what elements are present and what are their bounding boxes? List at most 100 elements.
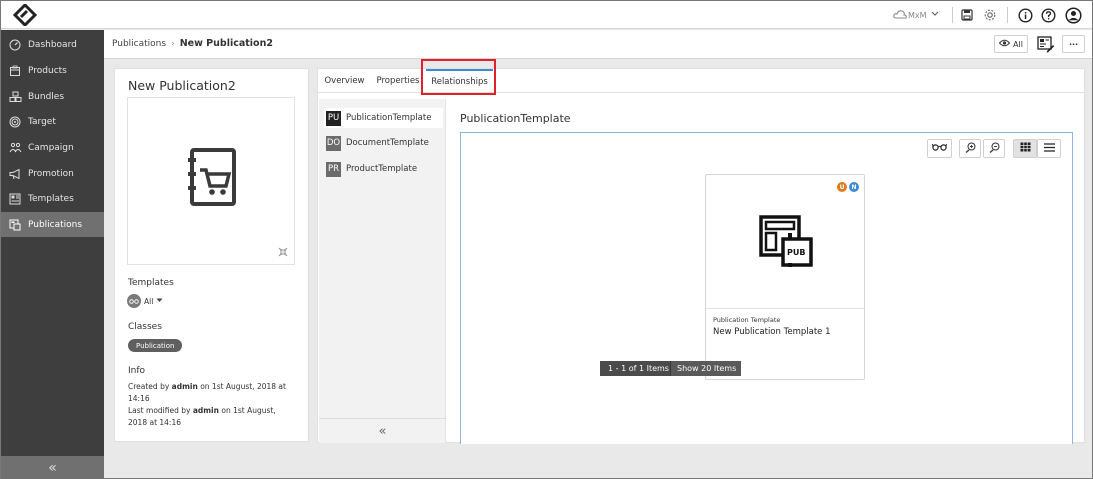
sidebar-item-campaign[interactable]: Campaign [1, 135, 104, 160]
promotion-icon [8, 167, 22, 181]
products-icon [8, 64, 22, 78]
glasses-icon [932, 143, 947, 154]
cloud-icon[interactable] [892, 6, 908, 24]
glasses-icon [127, 294, 141, 308]
sidebar-collapse-button[interactable]: « [1, 456, 104, 479]
modified-line-2: 2018 at 14:16 [128, 418, 182, 427]
edit-layout-icon[interactable] [1036, 34, 1056, 54]
list-icon [1043, 142, 1055, 155]
help-icon[interactable] [1039, 6, 1057, 24]
status-badge-u: U [837, 182, 847, 192]
templates-filter-value: All [144, 296, 154, 306]
modified-line: Last modified by admin on 1st August, [128, 405, 306, 417]
modified-suffix: on 1st August, [218, 406, 276, 415]
pager-page-size-button[interactable]: Show 20 Items [670, 361, 741, 376]
bundles-icon [8, 90, 22, 104]
zoom-out-icon [989, 142, 1000, 156]
publication-thumbnail[interactable] [127, 97, 295, 265]
relationship-item-documenttemplate[interactable]: DO DocumentTemplate [326, 133, 441, 153]
grid-view-button[interactable] [1013, 139, 1037, 158]
more-options-button[interactable]: ··· [1062, 35, 1085, 53]
card-type: Publication Template [713, 316, 781, 324]
publications-icon [8, 218, 22, 232]
eye-icon [998, 39, 1011, 49]
sidebar-item-target[interactable]: Target [1, 109, 104, 134]
section-title: PublicationTemplate [460, 112, 571, 125]
class-tag[interactable]: Publication [128, 339, 183, 352]
zoom-in-button[interactable] [959, 139, 981, 158]
glasses-view-button[interactable] [927, 139, 952, 158]
tab-bar: Overview Properties Relationships [318, 59, 1084, 95]
tab-overview[interactable]: Overview [322, 69, 367, 93]
zoom-in-icon [965, 142, 976, 156]
info-icon[interactable] [1016, 6, 1034, 24]
sidebar-item-publications[interactable]: Publications [1, 212, 104, 237]
publication-template-icon: PUB [759, 215, 815, 269]
card-image-label: PUB [787, 248, 806, 257]
sidebar-item-label: Products [28, 65, 67, 76]
detail-card: New Publication2 Templates All Classes P… [114, 68, 309, 442]
campaign-icon [8, 141, 22, 155]
relationship-label: PublicationTemplate [346, 113, 432, 123]
grid-icon [1020, 142, 1031, 155]
zoom-out-button[interactable] [983, 139, 1005, 158]
user-icon[interactable] [1063, 6, 1083, 24]
modified-user: admin [192, 406, 219, 415]
account-selector[interactable]: MxM [908, 6, 948, 24]
relationship-label: DocumentTemplate [346, 138, 429, 148]
double-chevron-left-icon: « [378, 424, 387, 439]
sidebar-item-dashboard[interactable]: Dashboard [1, 32, 104, 57]
chevron-down-icon [931, 10, 939, 20]
relationship-item-publicationtemplate[interactable]: PU PublicationTemplate [324, 108, 443, 128]
templates-label: Templates [128, 278, 174, 288]
card-name[interactable]: New Publication Template 1 [713, 327, 831, 337]
breadcrumb-parent-link[interactable]: Publications [112, 39, 166, 49]
tab-properties[interactable]: Properties [373, 69, 423, 93]
pager: 1 - 1 of 1 Items Show 20 Items [600, 361, 741, 376]
relationship-code-badge: DO [326, 135, 341, 151]
relationship-grid-panel: U N PUB Publication Template New Publica… [460, 132, 1073, 444]
view-all-label: All [1013, 39, 1023, 49]
collapse-arrows-icon[interactable] [278, 247, 288, 260]
breadcrumb: Publications › New Publication2 [112, 38, 273, 49]
sidebar: Dashboard Products Bundles Target Campai… [1, 30, 104, 478]
dashboard-icon [8, 38, 22, 52]
caret-down-icon [156, 296, 163, 306]
divider [952, 7, 953, 23]
relationship-code-badge: PR [326, 161, 341, 177]
templates-icon [8, 192, 22, 206]
sidebar-item-label: Target [28, 116, 56, 127]
app-logo[interactable] [12, 2, 38, 28]
target-icon [8, 115, 22, 129]
relationship-list-collapse-button[interactable]: « [319, 418, 446, 444]
highlight-box [421, 59, 496, 95]
view-all-button[interactable]: All [994, 35, 1028, 53]
divider [1007, 7, 1008, 23]
publication-cart-icon [186, 148, 238, 209]
templates-filter-dropdown[interactable]: All [127, 294, 163, 308]
ellipsis-icon: ··· [1068, 39, 1079, 49]
sidebar-item-promotion[interactable]: Promotion [1, 161, 104, 186]
info-text: Created by admin on 1st August, 2018 at … [128, 381, 306, 429]
sidebar-item-label: Templates [28, 193, 74, 204]
relationship-item-producttemplate[interactable]: PR ProductTemplate [326, 159, 441, 179]
sidebar-item-label: Promotion [28, 168, 74, 179]
double-chevron-left-icon: « [48, 459, 57, 476]
classes-label: Classes [128, 322, 162, 332]
relationship-code-badge: PU [326, 110, 341, 126]
save-icon[interactable] [959, 6, 975, 24]
breadcrumb-current: New Publication2 [179, 38, 273, 49]
publication-template-card[interactable]: U N PUB Publication Template New Publica… [705, 174, 865, 380]
detail-title: New Publication2 [128, 78, 236, 93]
sidebar-item-label: Campaign [28, 142, 74, 153]
status-badge-n: N [849, 182, 859, 192]
gear-icon[interactable] [982, 6, 998, 24]
sidebar-item-bundles[interactable]: Bundles [1, 84, 104, 109]
created-prefix: Created by [128, 382, 172, 391]
sidebar-item-templates[interactable]: Templates [1, 186, 104, 211]
modified-prefix: Last modified by [128, 406, 193, 415]
sidebar-item-products[interactable]: Products [1, 58, 104, 83]
info-label: Info [128, 366, 146, 376]
list-view-button[interactable] [1037, 139, 1061, 158]
top-bar: MxM [1, 1, 1092, 29]
